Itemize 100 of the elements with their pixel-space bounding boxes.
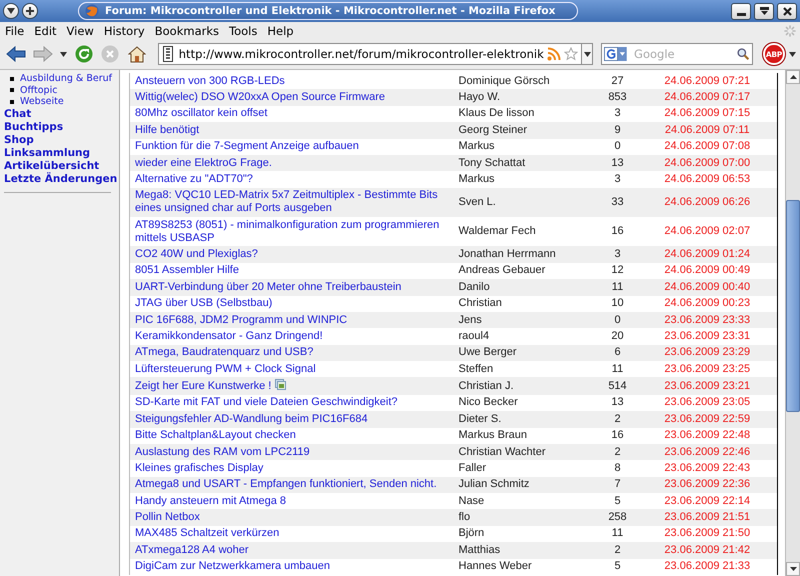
author-name: Uwe Berger: [458, 346, 517, 358]
author-name: Dieter S.: [458, 412, 502, 425]
bullet-icon: [10, 100, 14, 104]
post-date: 24.06.2009 02:07: [664, 225, 750, 238]
post-date: 23.06.2009 22:36: [664, 478, 750, 490]
pin-button[interactable]: [22, 3, 38, 19]
window-menu-button[interactable]: [3, 3, 19, 19]
caret-icon: [60, 52, 67, 56]
post-date: 24.06.2009 00:49: [664, 264, 750, 276]
author-name: Christian J.: [458, 380, 514, 392]
author-name: Andreas Gebauer: [458, 264, 546, 276]
post-date: 24.06.2009 00:40: [664, 280, 750, 293]
menu-item[interactable]: Edit: [29, 24, 62, 38]
search-icon[interactable]: [737, 47, 750, 61]
menu-item[interactable]: View: [62, 24, 99, 38]
author-name: Georg Steiner: [458, 124, 527, 136]
minimize-button[interactable]: [731, 2, 751, 20]
thread-link[interactable]: JTAG über USB (Selbstbau): [135, 297, 272, 310]
reply-count: 33: [611, 196, 624, 208]
caret-icon: [790, 75, 796, 79]
sidebar-link[interactable]: Shop: [4, 134, 34, 147]
plus-icon: [26, 7, 34, 15]
sidebar-link[interactable]: Artikelübersicht: [4, 160, 100, 173]
author-name: Nico Becker: [458, 396, 518, 408]
author-name: Christian: [458, 297, 502, 310]
reply-count: 27: [611, 74, 624, 87]
thread-link[interactable]: Handy ansteuern mit Atmega 8: [135, 494, 286, 508]
thread-link[interactable]: Keramikkondensator - Ganz Dringend!: [135, 330, 323, 343]
image-icon: [275, 379, 286, 390]
thread-link[interactable]: 8051 Assembler Hilfe: [135, 264, 239, 278]
menu-item[interactable]: Bookmarks: [150, 24, 224, 38]
post-date: 23.06.2009 21:33: [664, 560, 750, 572]
sidebar-link[interactable]: Chat: [4, 108, 32, 121]
url-dropdown[interactable]: [582, 43, 594, 65]
sidebar-link[interactable]: Webseite: [20, 96, 64, 108]
menu-item[interactable]: File: [0, 24, 30, 38]
author-name: Matthias: [458, 544, 500, 556]
close-button[interactable]: [777, 2, 797, 20]
reply-count: 11: [612, 362, 624, 375]
author-name: Hayo W.: [458, 91, 500, 104]
star-icon[interactable]: [564, 47, 578, 61]
post-date: 23.06.2009 22:48: [664, 429, 750, 442]
reply-count: 7: [614, 478, 621, 490]
author-name: Steffen: [458, 362, 494, 375]
menu-item[interactable]: Tools: [224, 24, 262, 38]
reply-count: 6: [614, 346, 621, 358]
thread-link[interactable]: Bitte Schaltplan&Layout checken: [135, 429, 296, 442]
window-title: Forum: Mikrocontroller und Elektronik - Mikrocontroller.net - Mozilla Firefox: [105, 5, 556, 17]
menu-item[interactable]: History: [98, 24, 150, 38]
thread-link[interactable]: Lüftersteuerung PWM + Clock Signal: [135, 362, 316, 376]
post-date: 23.06.2009 23:25: [664, 362, 750, 375]
author-name: Markus Braun: [458, 429, 527, 442]
caret-icon: [790, 567, 796, 571]
thread-link[interactable]: DigiCam zur Netzwerkkamera umbauen: [135, 560, 330, 574]
stop-icon: [101, 45, 120, 63]
scrollbar[interactable]: [785, 70, 800, 576]
thread-link[interactable]: Pollin Netbox: [135, 511, 200, 524]
post-date: 24.06.2009 07:00: [664, 156, 750, 169]
post-date: 23.06.2009 21:42: [664, 544, 750, 556]
reply-count: 8: [614, 462, 621, 474]
menu-item[interactable]: Help: [262, 24, 299, 38]
caret-icon: [788, 52, 796, 56]
sidebar-link[interactable]: Buchtipps: [4, 120, 64, 134]
scrollbar-thumb[interactable]: [786, 200, 800, 412]
sidebar-link[interactable]: Letzte Änderungen: [4, 172, 118, 186]
sidebar-link[interactable]: Offtopic: [20, 84, 58, 96]
author-name: Nase: [458, 494, 484, 507]
thread-link[interactable]: SD-Karte mit FAT und viele Dateien Geschwindigkeit?: [135, 396, 398, 410]
thread-link[interactable]: Ansteuern von 300 RGB-LEDs: [135, 74, 285, 88]
thread-link[interactable]: Funktion für die 7-Segment Anzeige aufbauen: [135, 140, 359, 154]
author-name: Sven L.: [458, 196, 496, 208]
thread-link[interactable]: Kleines grafisches Display: [135, 462, 264, 475]
reply-count: 853: [608, 91, 627, 104]
maximize-button[interactable]: [754, 2, 774, 20]
author-name: Christian Wachter: [458, 446, 546, 458]
reply-count: 12: [611, 264, 624, 276]
scroll-down-button[interactable]: [786, 562, 800, 576]
reply-count: 2: [614, 412, 621, 425]
thread-link[interactable]: Alternative zu "ADT70"?: [135, 172, 253, 186]
thread-link[interactable]: MAX485 Schaltzeit verkürzen: [135, 527, 280, 540]
search-input[interactable]: Google: [630, 47, 734, 61]
author-name: Danilo: [458, 280, 490, 293]
author-name: Björn: [458, 527, 484, 540]
thread-link[interactable]: AT89S8253 (8051) - minimalkonfiguration zum programmieren mittels USBASP: [135, 218, 448, 245]
sidebar-link[interactable]: Ausbildung & Beruf: [20, 73, 112, 84]
thread-link[interactable]: Hilfe benötigt: [135, 124, 200, 137]
author-name: flo: [458, 511, 470, 524]
sidebar-link[interactable]: Linksammlung: [4, 146, 90, 160]
author-name: Klaus De lisson: [458, 107, 534, 120]
post-date: 24.06.2009 06:26: [664, 196, 750, 208]
post-date: 24.06.2009 07:21: [664, 74, 750, 87]
search-engine-icon[interactable]: [604, 46, 628, 62]
author-name: Markus: [458, 172, 495, 185]
search-field[interactable]: Google: [601, 43, 754, 65]
address-field[interactable]: http://www.mikrocontroller.net/forum/mikrocontroller-elektronik: [158, 43, 582, 65]
reply-count: 5: [614, 560, 621, 572]
reply-count: 2: [614, 544, 621, 556]
reply-count: 16: [611, 225, 624, 238]
scroll-up-button[interactable]: [786, 70, 800, 84]
thread-link[interactable]: 80Mhz oscillator kein offset: [135, 107, 268, 120]
